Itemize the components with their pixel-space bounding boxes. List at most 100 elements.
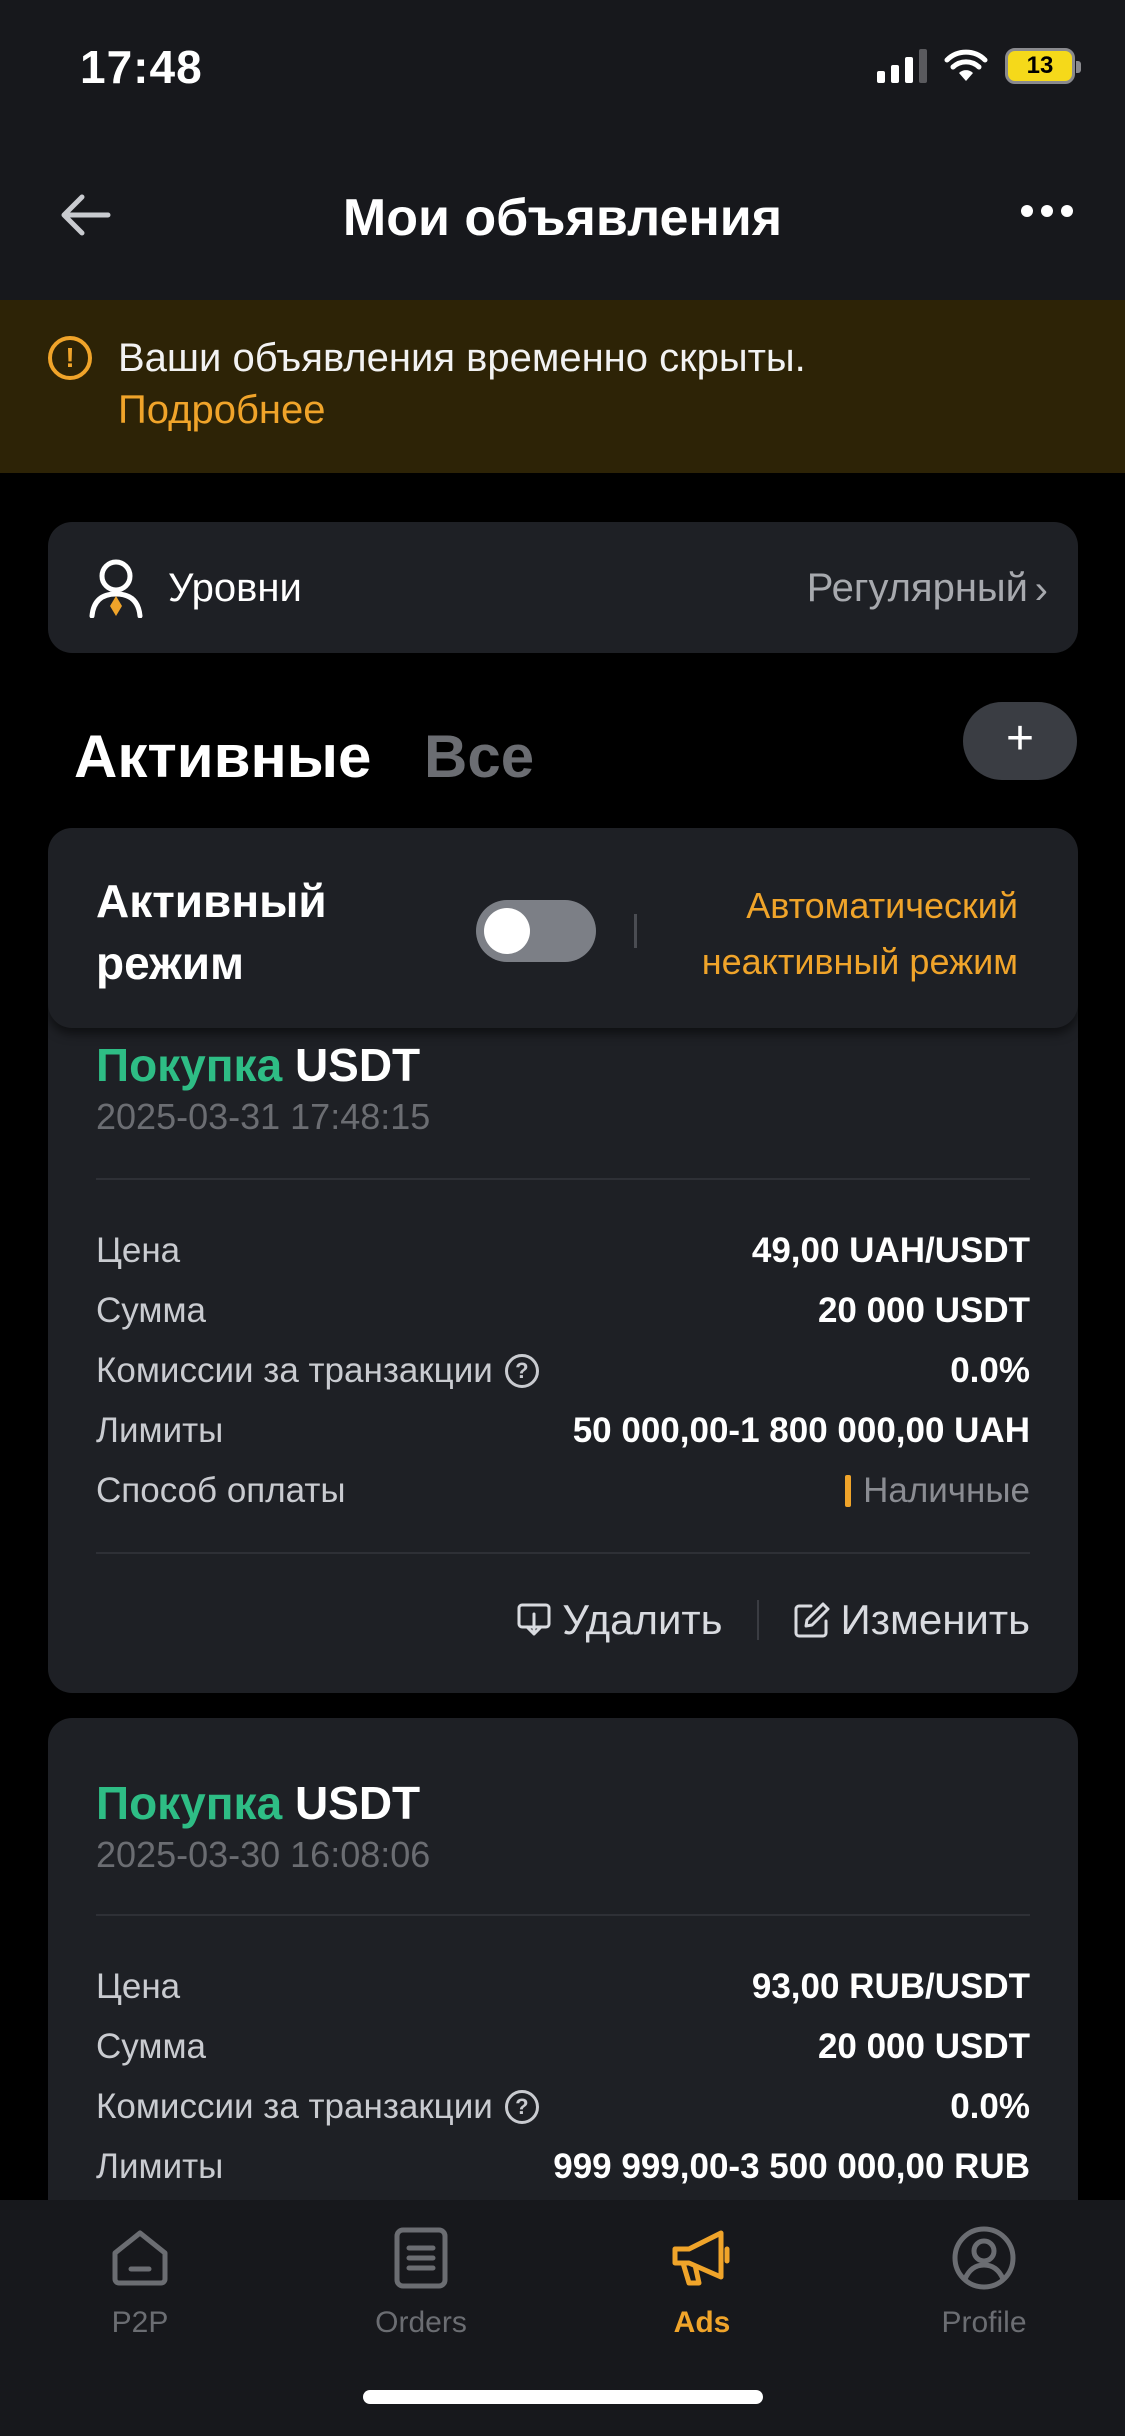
ad-side: Покупка <box>96 1777 283 1829</box>
ad-row-price: Цена 93,00 RUB/USDT <box>96 1962 1030 2012</box>
active-mode-label: Активный режим <box>96 870 327 994</box>
ad-row-fees: Комиссии за транзакции ? 0.0% <box>96 1346 1030 1396</box>
row-label: Цена <box>96 1231 181 1270</box>
ad-row-amount: Сумма 20 000 USDT <box>96 1286 1030 1336</box>
ad-asset: USDT <box>294 1039 421 1091</box>
active-mode-label-line2: режим <box>96 937 244 989</box>
ad-row-limits: Лимиты 999 999,00-3 500 000,00 RUB <box>96 2142 1030 2192</box>
ad-card: Покупка USDT 2025-03-30 16:08:06 Цена 93… <box>48 1718 1078 2238</box>
row-value: 20 000 USDT <box>817 2027 1030 2066</box>
status-time: 17:48 <box>80 41 203 93</box>
ad-card: Покупка USDT 2025-03-31 17:48:15 Цена 49… <box>48 1000 1078 1693</box>
divider <box>96 1552 1030 1554</box>
megaphone-icon <box>672 2230 730 2286</box>
nav-label: P2P <box>111 2306 169 2339</box>
divider <box>756 1600 759 1640</box>
hidden-ads-notice: ! Ваши объявления временно скрыты. Подро… <box>0 300 1125 473</box>
active-mode-card: Активный режим Автоматический неактивный… <box>48 828 1078 1028</box>
ad-side: Покупка <box>96 1039 283 1091</box>
row-label: Цена <box>96 1967 181 2006</box>
row-label: Сумма <box>96 1291 206 1330</box>
battery-level: 13 <box>1026 52 1054 79</box>
payment-marker <box>845 1475 852 1507</box>
delete-icon <box>517 1603 551 1636</box>
ad-title: Покупка USDT <box>96 1038 420 1092</box>
ad-date: 2025-03-31 17:48:15 <box>96 1096 431 1137</box>
row-label: Сумма <box>96 2027 206 2066</box>
profile-icon <box>952 2226 1016 2290</box>
ad-asset: USDT <box>294 1777 421 1829</box>
row-label-text: Комиссии за транзакции <box>96 1351 493 1390</box>
payment-method: Наличные <box>845 1471 1030 1511</box>
notice-more-link[interactable]: Подробнее <box>118 388 325 433</box>
edit-icon <box>794 1602 830 1638</box>
row-label: Лимиты <box>96 2147 224 2186</box>
ad-row-price: Цена 49,00 UAH/USDT <box>96 1226 1030 1276</box>
row-value: 0.0% <box>950 2087 1030 2126</box>
home-icon <box>112 2230 168 2286</box>
row-value: 49,00 UAH/USDT <box>751 1231 1030 1270</box>
nav-label: Profile <box>941 2306 1027 2339</box>
help-icon[interactable]: ? <box>504 1354 539 1388</box>
status-bar: 17:48 13 <box>0 0 1125 130</box>
row-value: 999 999,00-3 500 000,00 RUB <box>553 2147 1030 2186</box>
home-indicator <box>363 2390 763 2404</box>
edit-button[interactable]: Изменить <box>793 1596 1030 1644</box>
chevron-right-icon: › <box>1034 568 1048 612</box>
row-label: Комиссии за транзакции ? <box>96 1351 539 1391</box>
levels-value: Регулярный <box>806 566 1028 610</box>
plus-icon: + <box>1005 712 1035 765</box>
status-icons: 13 <box>877 48 1081 84</box>
ad-row-fees: Комиссии за транзакции ? 0.0% <box>96 2082 1030 2132</box>
ad-date: 2025-03-30 16:08:06 <box>96 1834 431 1875</box>
header: Мои объявления <box>0 130 1125 300</box>
auto-inactive-mode-line1: Автоматический <box>746 885 1018 926</box>
ad-row-payment: Способ оплаты Наличные <box>96 1466 1030 1516</box>
row-value: 0.0% <box>950 1351 1030 1390</box>
nav-item-p2p[interactable]: P2P <box>40 2218 240 2340</box>
nav-item-ads[interactable]: Ads <box>602 2218 802 2340</box>
ad-row-limits: Лимиты 50 000,00-1 800 000,00 UAH <box>96 1406 1030 1456</box>
auto-inactive-mode-line2: неактивный режим <box>701 941 1018 982</box>
row-label: Лимиты <box>96 1411 224 1450</box>
nav-label: Ads <box>673 2306 731 2339</box>
active-mode-label-line1: Активный <box>96 875 327 927</box>
row-label: Комиссии за транзакции ? <box>96 2087 539 2127</box>
tab-all[interactable]: Все <box>424 722 534 791</box>
row-value: 93,00 RUB/USDT <box>751 1967 1030 2006</box>
row-value: 20 000 USDT <box>817 1291 1030 1330</box>
add-ad-button[interactable]: + <box>963 702 1077 780</box>
nav-label: Orders <box>375 2306 467 2339</box>
nav-item-profile[interactable]: Profile <box>884 2218 1084 2340</box>
nav-item-orders[interactable]: Orders <box>321 2218 521 2340</box>
orders-icon <box>394 2227 448 2289</box>
page-title: Мои объявления <box>342 189 783 247</box>
levels-label: Уровни <box>168 566 302 610</box>
battery-icon: 13 <box>1005 48 1081 84</box>
ad-title: Покупка USDT <box>96 1776 420 1830</box>
ad-actions: Удалить Изменить <box>516 1596 1030 1644</box>
delete-label: Удалить <box>562 1596 723 1643</box>
row-label: Способ оплаты <box>96 1471 346 1510</box>
edit-label: Изменить <box>840 1596 1030 1643</box>
divider <box>96 1178 1030 1180</box>
active-mode-toggle[interactable] <box>476 900 596 962</box>
warning-icon: ! <box>48 336 92 380</box>
divider <box>634 914 637 948</box>
cellular-signal-icon <box>877 49 927 83</box>
more-options-button[interactable] <box>1021 205 1073 217</box>
auto-inactive-mode-link[interactable]: Автоматический неактивный режим <box>702 878 1018 990</box>
divider <box>96 1914 1030 1916</box>
user-level-icon <box>89 559 143 618</box>
delete-button[interactable]: Удалить <box>516 1596 723 1644</box>
help-icon[interactable]: ? <box>504 2090 539 2124</box>
notice-text: Ваши объявления временно скрыты. <box>118 336 806 380</box>
row-value: 50 000,00-1 800 000,00 UAH <box>572 1411 1030 1450</box>
levels-row[interactable]: Уровни Регулярный › <box>48 522 1078 653</box>
ad-row-amount: Сумма 20 000 USDT <box>96 2022 1030 2072</box>
toggle-knob <box>484 908 530 954</box>
tab-active[interactable]: Активные <box>74 722 371 791</box>
payment-method-value: Наличные <box>863 1471 1030 1510</box>
wifi-icon <box>944 49 988 81</box>
row-label-text: Комиссии за транзакции <box>96 2087 493 2126</box>
